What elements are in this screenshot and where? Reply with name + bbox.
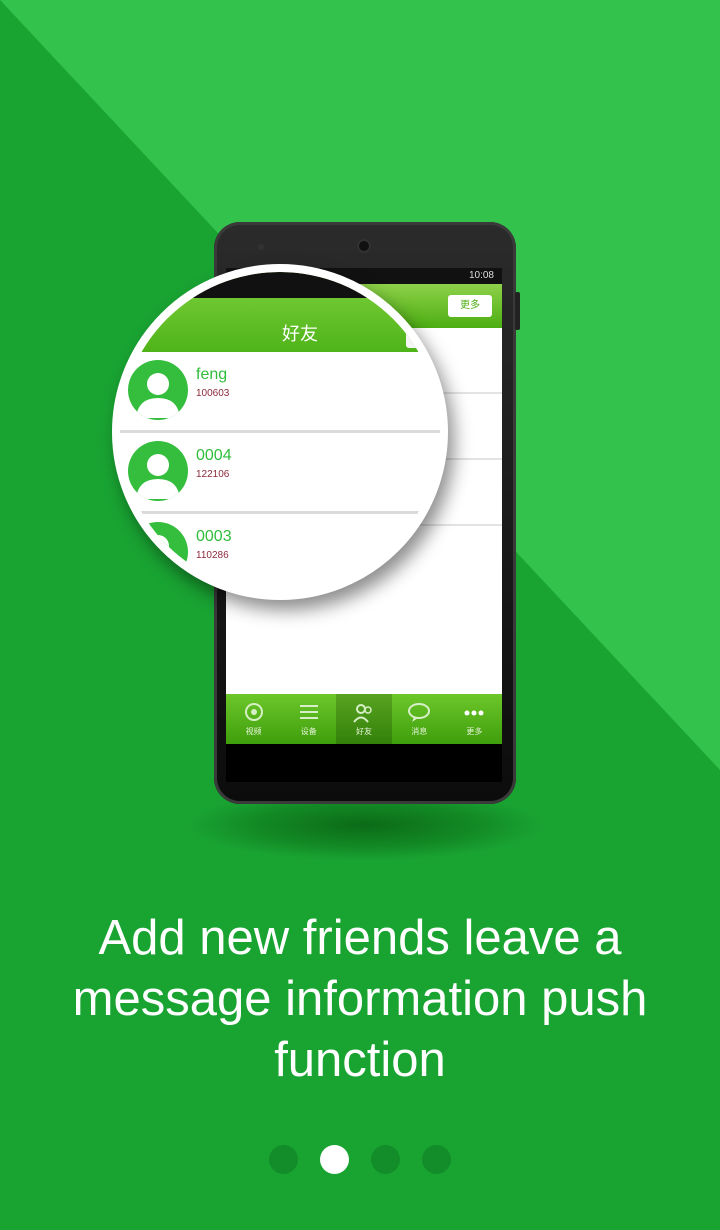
header-more-button[interactable]: 更多 (448, 295, 492, 317)
page-title: 好友 (282, 324, 318, 344)
magnified-header: 好友 (120, 272, 440, 352)
contact-id: 110286 (196, 550, 229, 561)
header-more-button-zoomed[interactable] (406, 328, 440, 348)
contact-name: 0004 (196, 447, 232, 464)
bottom-tab-bar: 视频 设备 好友 消息 更多 (226, 694, 502, 744)
magnified-status-bar (120, 272, 440, 298)
page-indicator (0, 1145, 720, 1174)
tab-friends[interactable]: 好友 (336, 694, 392, 744)
phone-sensor (258, 244, 264, 250)
contact-name: 0003 (196, 528, 232, 545)
tab-label: 更多 (466, 726, 483, 736)
phone-power-button (515, 292, 520, 330)
avatar (128, 360, 188, 420)
phone-bottom-bezel (226, 744, 502, 782)
page-dot[interactable] (422, 1145, 451, 1174)
tab-more[interactable]: 更多 (447, 694, 502, 744)
status-time: 10:08 (468, 270, 494, 281)
contact-row[interactable]: feng 100603 (120, 352, 440, 433)
more-dots-icon (464, 710, 484, 715)
friends-icon (353, 703, 372, 723)
tab-label: 设备 (300, 726, 317, 736)
page-dot[interactable] (269, 1145, 298, 1174)
message-icon (408, 702, 431, 722)
contact-id: 122106 (196, 469, 230, 480)
tab-messages[interactable]: 消息 (392, 694, 447, 744)
user-silhouette-icon (136, 373, 180, 418)
user-silhouette-icon (136, 454, 180, 499)
tab-label: 视频 (245, 726, 262, 736)
camera-icon (244, 702, 263, 721)
tab-label: 消息 (411, 726, 428, 736)
contact-row[interactable]: 0004 122106 (120, 433, 440, 514)
contact-name: feng (196, 366, 228, 383)
magnified-view: 好友 feng 100603 0004 122106 0003 110286 (120, 272, 440, 592)
caption-line: message information push (72, 972, 648, 1026)
tab-label: 好友 (356, 726, 372, 736)
contact-row[interactable]: 0003 110286 (120, 514, 440, 592)
caption-line: function (274, 1033, 446, 1087)
contact-id: 100603 (196, 388, 230, 399)
feature-caption: Add new friends leave a message informat… (0, 908, 720, 1091)
tab-devices[interactable]: 设备 (281, 694, 336, 744)
magnifier-lens: 好友 feng 100603 0004 122106 0003 110286 (112, 264, 448, 600)
avatar (128, 441, 188, 501)
list-icon (299, 704, 318, 719)
page-dot-active[interactable] (320, 1145, 349, 1174)
avatar (128, 522, 188, 582)
user-silhouette-icon (136, 535, 180, 580)
phone-camera (357, 239, 371, 253)
caption-line: Add new friends leave a (98, 911, 622, 965)
page-dot[interactable] (371, 1145, 400, 1174)
tab-video[interactable]: 视频 (226, 694, 281, 744)
